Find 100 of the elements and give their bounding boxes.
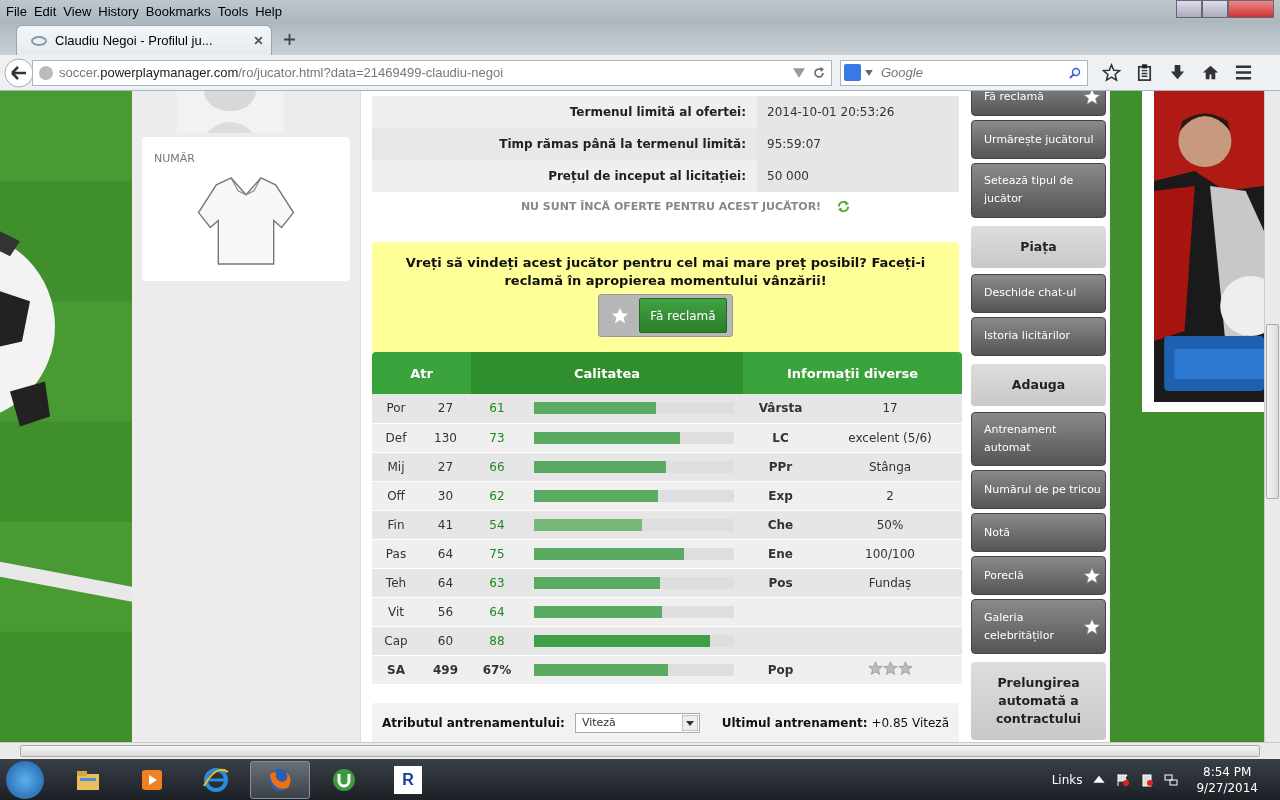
table-cell: 64 (420, 568, 471, 597)
table-cell: PPr (743, 452, 818, 481)
table-cell: 130 (420, 423, 471, 452)
table-cell: 30 (420, 481, 471, 510)
table-cell: Def (372, 423, 420, 452)
maximize-icon[interactable] (1202, 0, 1228, 18)
star-icon (1083, 91, 1101, 106)
menu-item[interactable]: History (96, 3, 144, 19)
menu-button[interactable]: Setează tipul de jucător (971, 163, 1106, 218)
table-cell: 27 (420, 394, 471, 423)
table-cell: 50% (818, 510, 962, 539)
table-cell: Vârsta (743, 394, 818, 423)
url-text: soccer.powerplaymanager.com/ro/jucator.html?data=21469499-claudiu-negoi (59, 65, 505, 80)
attribute-select[interactable]: Viteză (574, 712, 700, 733)
back-icon[interactable] (4, 57, 34, 88)
field-label: Termenul limită al ofertei: (568, 105, 747, 119)
flag-icon[interactable] (1116, 772, 1131, 787)
menu-icon[interactable] (1234, 63, 1253, 82)
field-value: 2014-10-01 20:53:26 (757, 96, 959, 128)
table-cell: Pop (743, 655, 818, 684)
menu-item[interactable]: Help (253, 3, 287, 19)
menu-item[interactable]: View (61, 3, 97, 19)
close-icon[interactable] (254, 36, 263, 45)
network-icon[interactable] (1164, 772, 1179, 787)
table-cell: Mij (372, 452, 420, 481)
table-cell: Teh (372, 568, 420, 597)
search-box[interactable]: Google (840, 59, 1088, 86)
advertise-button[interactable]: Fă reclamă (639, 298, 727, 333)
tab-title: Claudiu Negoi - Profilul ju... (55, 33, 214, 48)
table-cell: 56 (420, 597, 471, 626)
table-cell: 27 (420, 452, 471, 481)
refresh-icon[interactable] (837, 199, 851, 213)
table-cell: 62 (471, 481, 523, 510)
table-cell: 60 (420, 626, 471, 655)
star-icon (867, 660, 883, 676)
menu-button[interactable]: Istoria licitărilor (971, 316, 1106, 356)
promo-message: Vreți să vindeți acest jucător pentru cel mai mare preț posibil? Faceți-i reclamă în apropierea momentului vânzării! (404, 254, 927, 290)
star-icon (611, 306, 630, 325)
menu-button[interactable]: Antrenament automat (971, 411, 1106, 467)
battery-icon[interactable] (1140, 772, 1155, 787)
menu-button[interactable]: Poreclă (971, 556, 1106, 596)
table-cell: 67% (471, 655, 523, 684)
table-cell: 88 (471, 626, 523, 655)
menu-button[interactable]: Urmărește jucătorul (971, 120, 1106, 159)
table-cell: 61 (471, 394, 523, 423)
site-icon (31, 35, 47, 46)
start-button[interactable] (6, 760, 44, 799)
caret-icon (681, 714, 698, 731)
table-cell: Stânga (818, 452, 962, 481)
home-icon[interactable] (1201, 63, 1220, 82)
clock[interactable]: 8:54 PM 9/27/2014 (1196, 763, 1258, 796)
status-message: NU SUNT ÎNCĂ OFERTE PENTRU ACEST JUCĂTOR! (520, 199, 822, 213)
table-cell: excelent (5/6) (818, 423, 962, 452)
reload-icon[interactable] (813, 66, 825, 79)
table-cell: Che (743, 510, 818, 539)
search-icon[interactable] (1069, 66, 1081, 79)
minimize-icon[interactable] (1176, 0, 1202, 18)
field-label: Timp rămas până la termenul limită: (498, 137, 747, 151)
star-icon (897, 660, 913, 676)
column-header: Calitatea (471, 352, 743, 394)
menu-button[interactable]: Fă reclamă (971, 91, 1106, 116)
menu-item[interactable]: Bookmarks (143, 3, 216, 19)
table-cell: Pas (372, 539, 420, 568)
card-label: NUMĂR (154, 152, 195, 165)
table-cell: 41 (420, 510, 471, 539)
column-header: Atr (372, 352, 471, 394)
table-cell: 17 (818, 394, 962, 423)
table-cell: Fin (372, 510, 420, 539)
last-training-text: Ultimul antrenament: +0.85 Viteză (721, 715, 949, 730)
menu-button[interactable]: Numărul de pe tricou (971, 470, 1106, 510)
clipboard-icon[interactable] (1135, 63, 1154, 82)
menu-item[interactable]: Edit (31, 3, 62, 19)
menu-item[interactable]: Tools (215, 3, 254, 19)
star-icon[interactable] (1102, 63, 1121, 82)
new-tab-icon[interactable] (284, 34, 295, 45)
taskbar-button[interactable]: R (378, 760, 438, 799)
menu-button[interactable]: Deschide chat-ul (971, 273, 1106, 313)
table-cell: 54 (471, 510, 523, 539)
scrollbar[interactable] (0, 742, 1280, 759)
section-header: Piața (971, 225, 1106, 268)
menu-item[interactable]: File (4, 3, 32, 19)
table-cell: Off (372, 481, 420, 510)
table-cell: Exp (743, 481, 818, 510)
field-value: 50 000 (757, 160, 959, 192)
table-cell: Por (372, 394, 420, 423)
table-cell: 64 (471, 597, 523, 626)
section-header: Prelungirea automată a contractului (971, 662, 1106, 740)
browser-tab[interactable]: Claudiu Negoi - Profilul ju... (16, 25, 272, 55)
menu-button[interactable]: Notă (971, 513, 1106, 553)
table-cell: 75 (471, 539, 523, 568)
table-cell: Fundaș (818, 568, 962, 597)
app-icon (202, 765, 230, 794)
table-cell: Pos (743, 568, 818, 597)
dropdown-icon[interactable] (793, 66, 805, 79)
address-field[interactable]: soccer.powerplaymanager.com/ro/jucator.html?data=21469499-claudiu-negoi (32, 59, 832, 86)
scrollbar[interactable] (1264, 91, 1280, 742)
table-cell: Vit (372, 597, 420, 626)
table-cell: 499 (420, 655, 471, 684)
table-cell: 66 (471, 452, 523, 481)
menu-button[interactable]: Galeria celebrităților (971, 599, 1106, 654)
